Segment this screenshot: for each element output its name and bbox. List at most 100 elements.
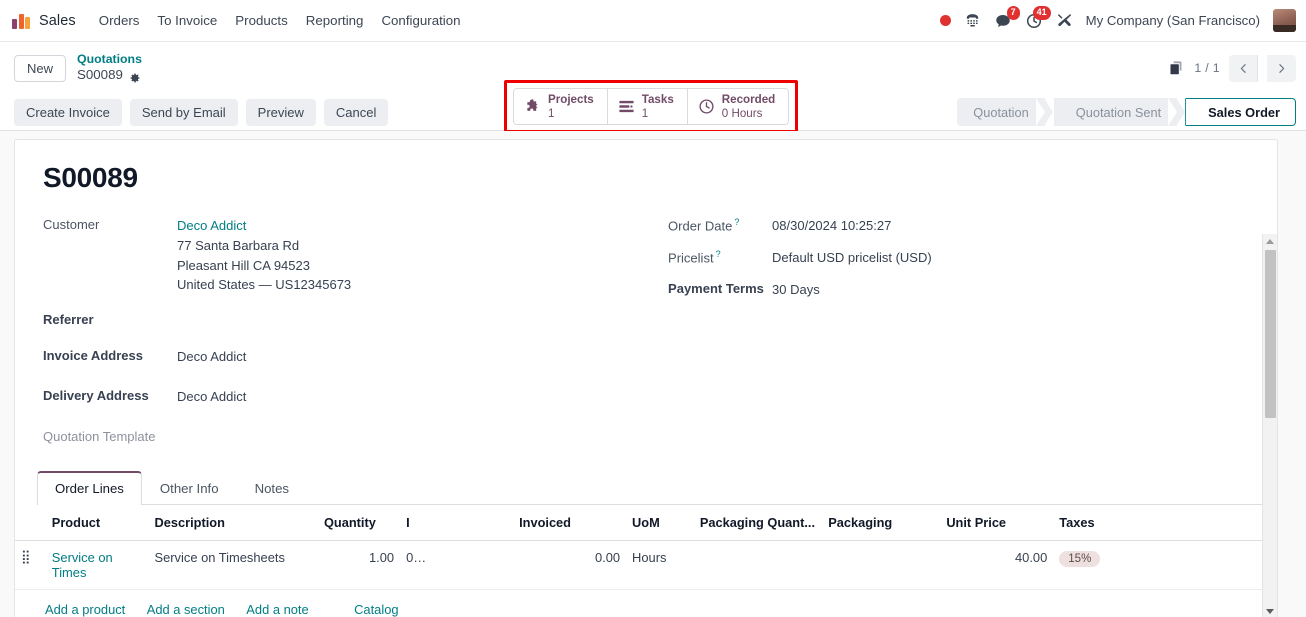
company-name[interactable]: My Company (San Francisco) — [1086, 13, 1260, 28]
column-drag — [15, 504, 46, 541]
send-by-email-button[interactable]: Send by Email — [129, 98, 238, 126]
app-name[interactable]: Sales — [39, 13, 76, 29]
field-value[interactable]: Default USD pricelist (USD) — [772, 248, 932, 268]
field-value[interactable]: Deco Addict — [177, 387, 246, 407]
status-sales-order[interactable]: Sales Order — [1186, 98, 1296, 126]
breadcrumb-quotations[interactable]: Quotations — [77, 52, 142, 67]
field-label: Pricelist? — [668, 248, 721, 266]
drag-handle-icon[interactable]: ⣿ — [15, 540, 46, 590]
left-field-column: Customer Deco Addict 77 Santa Barbara Rd… — [43, 216, 658, 456]
new-button[interactable]: New — [14, 54, 67, 82]
cell-packaging[interactable] — [822, 540, 941, 590]
cell-packaging-quantity[interactable] — [693, 540, 823, 590]
pager-next-button[interactable] — [1267, 54, 1296, 82]
smart-button-value: 1 — [548, 106, 555, 120]
nav-products[interactable]: Products — [226, 7, 296, 34]
preview-button[interactable]: Preview — [245, 98, 316, 126]
scroll-up-arrow-icon[interactable] — [1266, 239, 1274, 244]
cancel-button[interactable]: Cancel — [323, 98, 389, 126]
activities-count-badge: 41 — [1032, 5, 1051, 20]
form-sheet: S00089 Customer Deco Addict 77 Santa Bar… — [14, 139, 1278, 617]
column-uom[interactable]: UoM — [626, 504, 694, 541]
column-description[interactable]: Description — [148, 504, 318, 541]
help-icon[interactable]: ? — [716, 249, 721, 259]
create-invoice-button[interactable]: Create Invoice — [14, 98, 122, 126]
nav-configuration[interactable]: Configuration — [372, 7, 469, 34]
task-list-icon — [618, 98, 635, 115]
add-a-product-link[interactable]: Add a product — [45, 602, 125, 617]
catalog-link[interactable]: Catalog — [354, 602, 398, 617]
pager-zone: 1 / 1 — [1168, 54, 1296, 82]
nav-orders[interactable]: Orders — [90, 7, 149, 34]
cell-product[interactable]: Service on Times — [45, 540, 149, 590]
field-label: Quotation Template — [43, 428, 156, 444]
field-label: Customer — [43, 217, 100, 232]
field-value[interactable]: Deco Addict — [177, 347, 246, 367]
pager-previous-button[interactable] — [1229, 54, 1258, 82]
order-lines-table-container: Product Description Quantity I Invoiced … — [15, 504, 1277, 617]
breadcrumb: Quotations S00089 — [77, 52, 142, 84]
nav-to-invoice[interactable]: To Invoice — [148, 7, 226, 34]
column-unit-price[interactable]: Unit Price — [940, 504, 1054, 541]
tab-order-lines[interactable]: Order Lines — [37, 470, 142, 505]
smart-button-value: 1 — [641, 106, 649, 120]
messages-icon[interactable]: 7 — [994, 5, 1020, 30]
tab-notes[interactable]: Notes — [237, 471, 307, 505]
column-invoiced[interactable]: Invoiced — [513, 504, 627, 541]
field-value[interactable]: 08/30/2024 10:25:27 — [772, 216, 891, 236]
cell-description[interactable]: Service on Timesheets — [148, 540, 318, 590]
customer-link[interactable]: Deco Addict — [177, 218, 246, 233]
status-quotation-sent[interactable]: Quotation Sent — [1053, 98, 1178, 126]
column-packaging-quantity[interactable]: Packaging Quant... — [693, 504, 823, 541]
sheet-vertical-scrollbar[interactable] — [1262, 234, 1277, 617]
field-delivery-address: Delivery Address Deco Addict — [43, 387, 658, 407]
column-delivered-truncated[interactable]: I — [400, 504, 514, 541]
cell-invoiced[interactable]: 0.00 — [513, 540, 627, 590]
field-customer: Customer Deco Addict 77 Santa Barbara Rd… — [43, 216, 658, 295]
column-taxes[interactable]: Taxes — [1053, 504, 1162, 541]
customer-address-line-1: 77 Santa Barbara Rd — [177, 237, 300, 253]
field-value[interactable]: 30 Days — [772, 280, 820, 300]
smart-button-tasks[interactable]: Tasks 1 — [607, 89, 688, 125]
smart-button-group: Projects 1 Tasks 1 Recorded 0 Hours — [513, 88, 790, 126]
add-a-note-link[interactable]: Add a note — [246, 602, 308, 617]
field-label: Delivery Address — [43, 387, 149, 403]
phone-icon[interactable] — [964, 12, 981, 29]
cell-uom[interactable]: Hours — [626, 540, 694, 590]
table-row[interactable]: ⣿ Service on Times Service on Timesheets… — [15, 540, 1277, 590]
cell-quantity[interactable]: 1.00 — [317, 540, 401, 590]
column-packaging[interactable]: Packaging — [822, 504, 941, 541]
tab-other-info[interactable]: Other Info — [142, 471, 237, 505]
sales-app-logo-icon[interactable] — [12, 13, 30, 29]
column-quantity[interactable]: Quantity — [317, 504, 401, 541]
cell-delivered[interactable]: 0… — [400, 540, 514, 590]
recording-indicator-icon[interactable] — [939, 15, 951, 26]
column-subtotal-and-options: I ⋮ — [1161, 504, 1277, 541]
smart-button-projects[interactable]: Projects 1 — [514, 89, 608, 125]
smart-button-value: 0 Hours — [721, 106, 763, 120]
help-icon[interactable]: ? — [734, 217, 739, 227]
scroll-down-arrow-icon[interactable] — [1266, 609, 1274, 614]
cell-subtotal[interactable]: 0.0 — [1161, 540, 1277, 590]
field-payment-terms: Payment Terms 30 Days — [668, 280, 1249, 300]
field-invoice-address: Invoice Address Deco Addict — [43, 347, 658, 367]
scrollbar-thumb[interactable] — [1265, 250, 1276, 418]
puzzle-piece-icon — [524, 98, 541, 115]
user-avatar[interactable] — [1273, 9, 1296, 32]
customer-address-line-2: Pleasant Hill CA 94523 — [177, 257, 310, 273]
cell-unit-price[interactable]: 40.00 — [940, 540, 1054, 590]
cell-taxes[interactable]: 15% — [1053, 540, 1162, 590]
gear-icon[interactable] — [129, 70, 141, 83]
status-quotation[interactable]: Quotation — [957, 98, 1045, 126]
top-navbar: Sales Orders To Invoice Products Reporti… — [0, 0, 1306, 42]
smart-button-recorded[interactable]: Recorded 0 Hours — [687, 89, 789, 125]
wrench-icon[interactable] — [1056, 12, 1073, 29]
pager-count: 1 / 1 — [1194, 61, 1220, 75]
nav-reporting[interactable]: Reporting — [297, 7, 373, 34]
add-a-section-link[interactable]: Add a section — [147, 602, 225, 617]
smart-button-label: Recorded — [721, 93, 776, 106]
activities-clock-icon[interactable]: 41 — [1025, 5, 1051, 30]
duplicate-icon[interactable] — [1168, 60, 1185, 77]
breadcrumb-current-record: S00089 — [77, 67, 123, 83]
column-product[interactable]: Product — [45, 504, 149, 541]
